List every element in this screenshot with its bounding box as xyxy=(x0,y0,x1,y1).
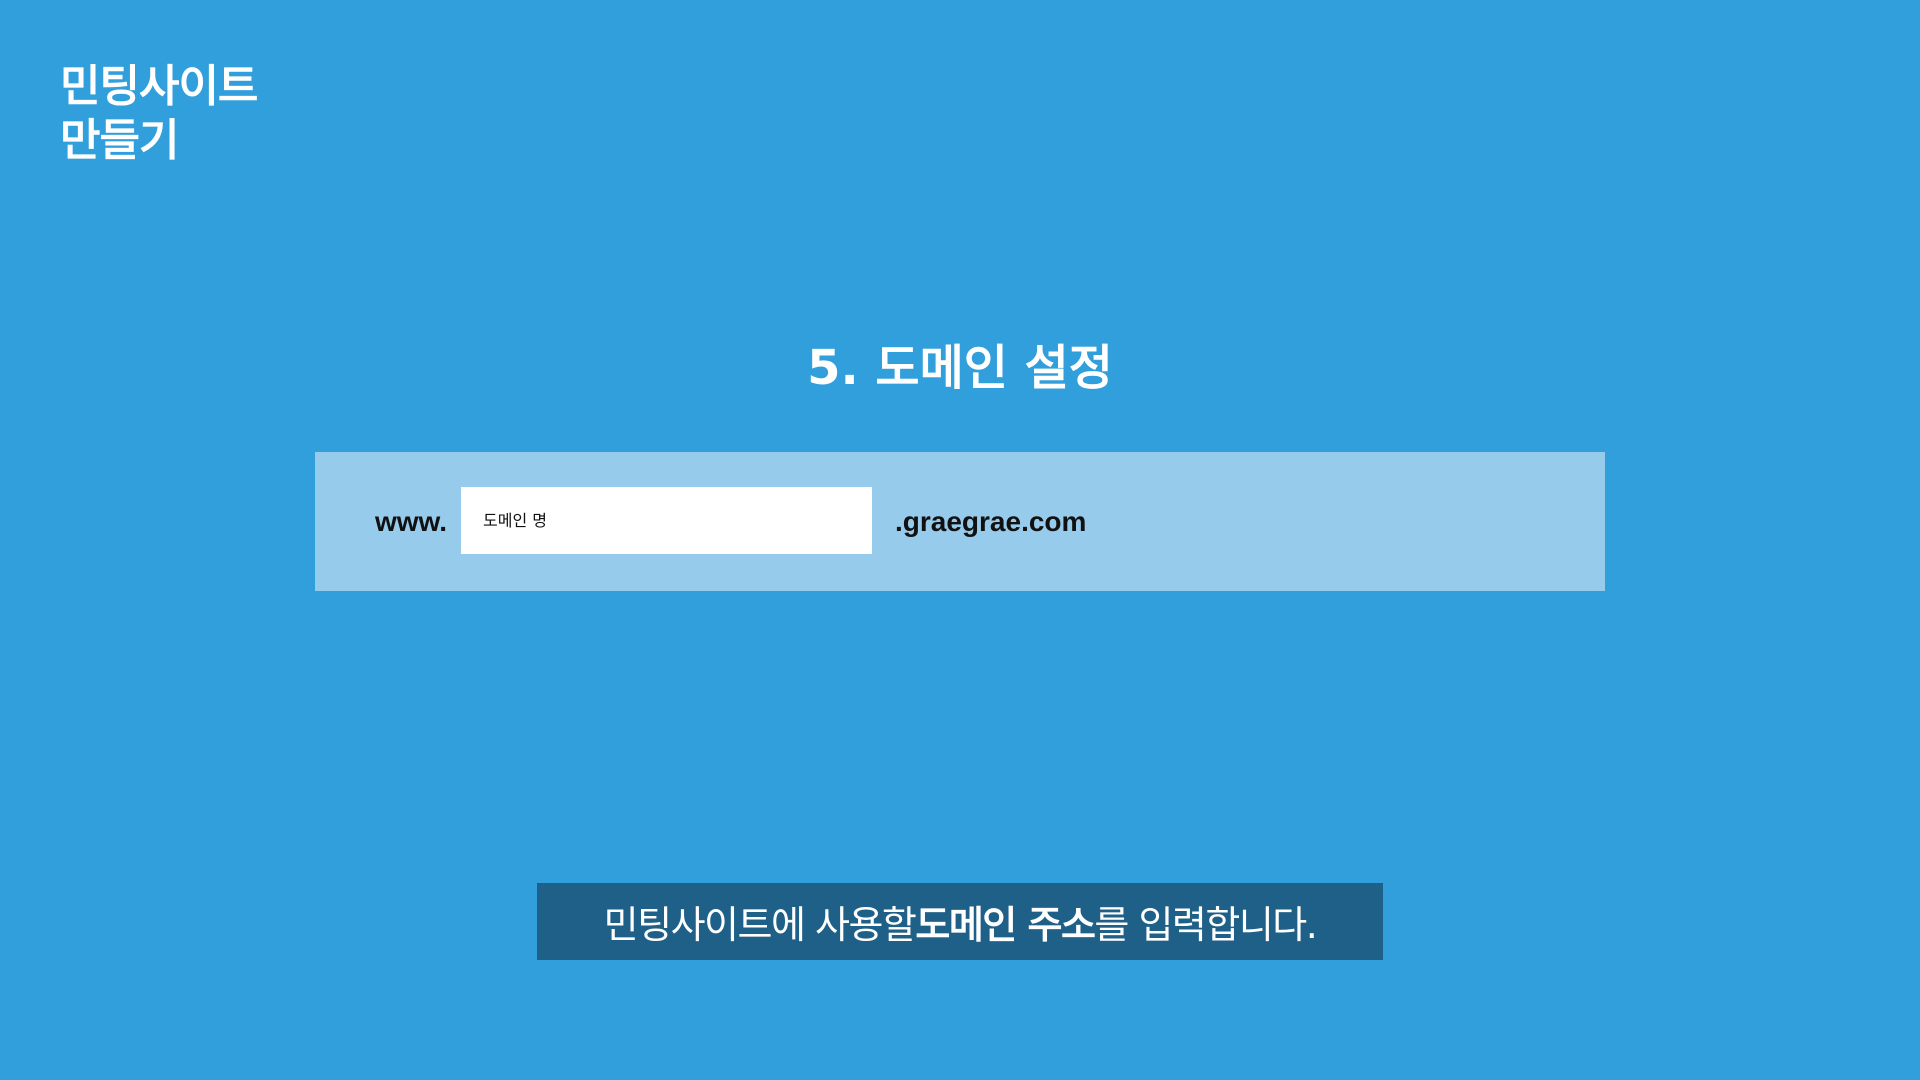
caption-text-start: 민팅사이트에 사용할 xyxy=(603,903,917,947)
domain-prefix: www. xyxy=(375,506,448,537)
step-title: 5. 도메인 설정 xyxy=(807,340,1113,396)
caption-emphasis: 도메인 주소 xyxy=(915,903,1096,947)
domain-name-input[interactable] xyxy=(461,487,872,554)
logo-line-2: 만들기 xyxy=(60,115,179,166)
caption-text-end: 를 입력합니다. xyxy=(1094,903,1317,947)
logo: 민팅사이트 만들기 xyxy=(60,60,258,168)
domain-form-panel: www. .graegrae.com xyxy=(315,452,1605,591)
subtitle-caption: 민팅사이트에 사용할 도메인 주소 를 입력합니다. xyxy=(537,883,1383,960)
domain-suffix: .graegrae.com xyxy=(895,506,1087,537)
logo-line-1: 민팅사이트 xyxy=(60,61,258,112)
